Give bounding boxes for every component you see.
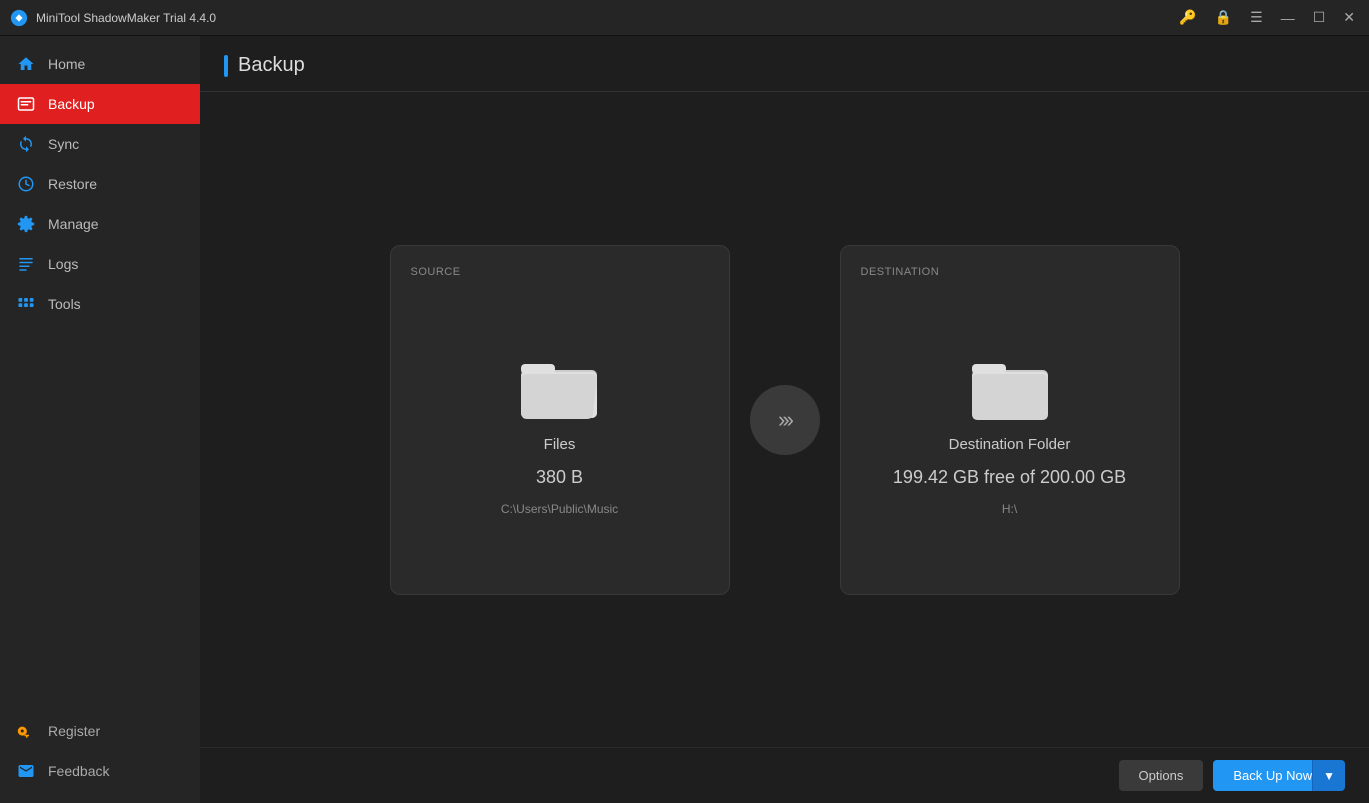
destination-folder-label: Destination Folder	[949, 436, 1071, 453]
feedback-icon	[16, 761, 36, 781]
header-accent	[224, 55, 228, 77]
source-section-label: SOURCE	[411, 266, 461, 278]
sidebar-item-home[interactable]: Home	[0, 44, 200, 84]
sidebar-item-restore[interactable]: Restore	[0, 164, 200, 204]
sidebar-item-sync[interactable]: Sync	[0, 124, 200, 164]
source-folder-icon	[519, 352, 599, 422]
bottom-bar: Options Back Up Now ▼	[200, 747, 1369, 803]
logs-icon	[16, 254, 36, 274]
destination-folder-icon	[970, 352, 1050, 422]
home-icon	[16, 54, 36, 74]
source-file-path: C:\Users\Public\Music	[501, 502, 618, 516]
source-file-size: 380 B	[536, 467, 583, 488]
titlebar: MiniTool ShadowMaker Trial 4.4.0 🔑 🔒 ☰ —…	[0, 0, 1369, 36]
sidebar-label-sync: Sync	[48, 136, 79, 152]
sidebar-item-manage[interactable]: Manage	[0, 204, 200, 244]
sidebar-label-tools: Tools	[48, 296, 81, 312]
maximize-btn[interactable]: ☐	[1307, 5, 1332, 30]
destination-icon-area: Destination Folder 199.42 GB free of 200…	[893, 294, 1126, 574]
sync-icon	[16, 134, 36, 154]
page-header: Backup	[200, 36, 1369, 92]
main-layout: Home Backup Sync	[0, 36, 1369, 803]
minimize-btn[interactable]: —	[1275, 6, 1301, 30]
lock-icon-btn[interactable]: 🔒	[1209, 5, 1238, 30]
titlebar-left: MiniTool ShadowMaker Trial 4.4.0	[10, 9, 216, 27]
sidebar-label-feedback: Feedback	[48, 763, 109, 779]
backup-icon	[16, 94, 36, 114]
sidebar-item-feedback[interactable]: Feedback	[0, 751, 200, 791]
sidebar-nav: Home Backup Sync	[0, 36, 200, 711]
sidebar-label-restore: Restore	[48, 176, 97, 192]
sidebar-item-tools[interactable]: Tools	[0, 284, 200, 324]
app-title: MiniTool ShadowMaker Trial 4.4.0	[36, 11, 216, 25]
source-card[interactable]: SOURCE Files 380 B C:\Users\Public\Music	[390, 245, 730, 595]
app-logo	[10, 9, 28, 27]
source-file-type: Files	[544, 436, 576, 453]
tools-icon	[16, 294, 36, 314]
options-button[interactable]: Options	[1119, 760, 1204, 791]
sidebar-bottom: Register Feedback	[0, 711, 200, 803]
backup-now-group: Back Up Now ▼	[1213, 760, 1345, 791]
sidebar-label-register: Register	[48, 723, 100, 739]
backup-cards: SOURCE Files 380 B C:\Users\Public\Music	[310, 245, 1260, 595]
content-area: Backup SOURCE Files	[200, 36, 1369, 803]
close-btn[interactable]: ✕	[1337, 5, 1361, 30]
titlebar-controls: 🔑 🔒 ☰ — ☐ ✕	[1173, 5, 1361, 30]
restore-icon	[16, 174, 36, 194]
page-title: Backup	[238, 54, 305, 77]
sidebar-label-home: Home	[48, 56, 85, 72]
arrow-connector: ›››	[750, 385, 820, 455]
backup-now-button[interactable]: Back Up Now	[1213, 760, 1312, 791]
destination-free-space: 199.42 GB free of 200.00 GB	[893, 467, 1126, 488]
destination-card[interactable]: DESTINATION Destination Folder 199.42 GB…	[840, 245, 1180, 595]
sidebar-label-manage: Manage	[48, 216, 99, 232]
key-icon	[16, 721, 36, 741]
sidebar-label-logs: Logs	[48, 256, 78, 272]
key-icon-btn[interactable]: 🔑	[1173, 5, 1202, 30]
backup-now-dropdown[interactable]: ▼	[1312, 760, 1345, 791]
sidebar-item-logs[interactable]: Logs	[0, 244, 200, 284]
manage-icon	[16, 214, 36, 234]
backup-area: SOURCE Files 380 B C:\Users\Public\Music	[200, 92, 1369, 747]
destination-section-label: DESTINATION	[861, 266, 940, 278]
sidebar-item-backup[interactable]: Backup	[0, 84, 200, 124]
source-icon-area: Files 380 B C:\Users\Public\Music	[501, 294, 618, 574]
sidebar: Home Backup Sync	[0, 36, 200, 803]
arrow-icon: ›››	[778, 407, 791, 433]
sidebar-item-register[interactable]: Register	[0, 711, 200, 751]
destination-drive: H:\	[1002, 502, 1017, 516]
sidebar-label-backup: Backup	[48, 96, 95, 112]
menu-icon-btn[interactable]: ☰	[1244, 5, 1269, 30]
